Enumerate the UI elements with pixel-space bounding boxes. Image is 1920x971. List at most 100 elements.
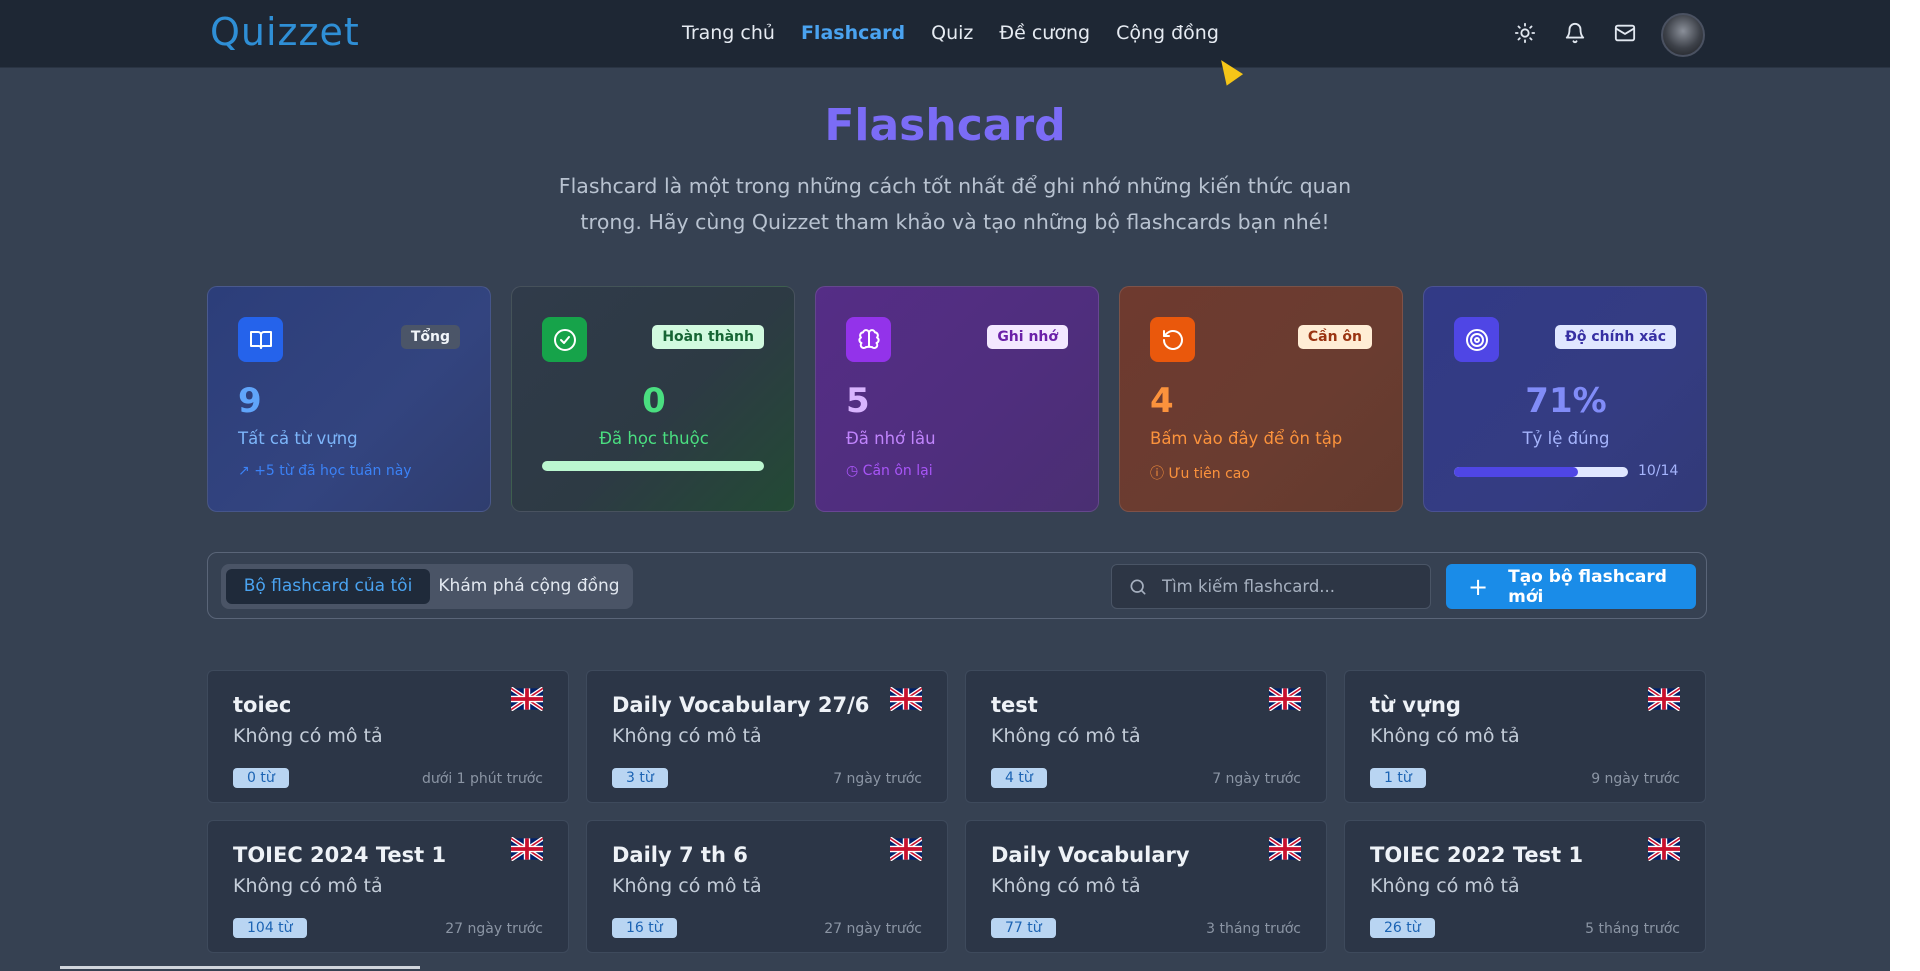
stat-card-memorized: Ghi nhớ 5 Đã nhớ lâu ◷ Cần ôn lại — [815, 286, 1099, 512]
stat-card-review[interactable]: Cần ôn 4 Bấm vào đây để ôn tập ⓘ Ưu tiên… — [1119, 286, 1403, 512]
set-title: từ vựng — [1370, 693, 1461, 717]
progress-bar — [1454, 467, 1628, 477]
flashcard-set-card[interactable]: Daily 7 th 6 Không có mô tả 16 từ 27 ngày t… — [586, 820, 948, 953]
uk-flag-icon — [1267, 686, 1303, 712]
target-icon — [1454, 317, 1499, 362]
stat-sub-text: Cần ôn lại — [862, 463, 933, 479]
create-flashcard-button[interactable]: + Tạo bộ flashcard mới — [1446, 564, 1696, 609]
set-timestamp: 5 tháng trước — [1585, 921, 1680, 937]
set-timestamp: 27 ngày trước — [824, 921, 922, 937]
uk-flag-icon — [1646, 836, 1682, 862]
nav-icons — [1510, 18, 1640, 48]
search-box — [1111, 564, 1431, 609]
uk-flag-icon — [888, 686, 924, 712]
set-title: test — [991, 693, 1038, 717]
set-timestamp: 27 ngày trước — [445, 921, 543, 937]
flashcard-set-card[interactable]: Daily Vocabulary Không có mô tả 77 từ 3 thá… — [965, 820, 1327, 953]
progress-bar — [542, 461, 764, 471]
flashcard-set-card[interactable]: test Không có mô tả 4 từ 7 ngày trước — [965, 670, 1327, 803]
stat-sub: ⓘ Ưu tiên cao — [1150, 463, 1250, 483]
stat-value: 5 — [846, 381, 870, 421]
tab-explore-community[interactable]: Khám phá cộng đồng — [430, 569, 628, 604]
rotate-icon — [1150, 317, 1195, 362]
tab-group: Bộ flashcard của tôi Khám phá cộng đồng — [221, 564, 633, 609]
stat-card-accuracy: Độ chính xác 71% Tỷ lệ đúng 10/14 — [1423, 286, 1707, 512]
stat-value: 9 — [238, 381, 262, 421]
set-title: TOIEC 2024 Test 1 — [233, 843, 447, 867]
avatar[interactable] — [1661, 13, 1705, 57]
mail-icon[interactable] — [1610, 18, 1640, 48]
set-title: Daily Vocabulary 27/6 — [612, 693, 870, 717]
flashcard-set-card[interactable]: Daily Vocabulary 27/6 Không có mô tả 3 từ 7… — [586, 670, 948, 803]
navbar: Quizzet Trang chủ Flashcard Quiz Đề cươn… — [0, 0, 1890, 68]
nav-link-quiz[interactable]: Quiz — [931, 22, 973, 44]
create-button-label: Tạo bộ flashcard mới — [1508, 566, 1667, 607]
word-count-badge: 26 từ — [1370, 918, 1435, 938]
set-timestamp: 7 ngày trước — [1212, 771, 1301, 787]
uk-flag-icon — [509, 836, 545, 862]
set-timestamp: dưới 1 phút trước — [422, 771, 543, 787]
flashcard-set-card[interactable]: TOIEC 2024 Test 1 Không có mô tả 104 từ 27 … — [207, 820, 569, 953]
flashcard-set-card[interactable]: toiec Không có mô tả 0 từ dưới 1 phút trước — [207, 670, 569, 803]
word-count-badge: 1 từ — [1370, 768, 1426, 788]
set-title: Daily Vocabulary — [991, 843, 1190, 867]
set-description: Không có mô tả — [612, 875, 762, 897]
nav-link-outline[interactable]: Đề cương — [999, 22, 1090, 44]
tab-my-sets[interactable]: Bộ flashcard của tôi — [226, 569, 430, 604]
stat-value: 0 — [642, 381, 666, 421]
word-count-badge: 0 từ — [233, 768, 289, 788]
stat-value: 4 — [1150, 381, 1174, 421]
word-count-badge: 4 từ — [991, 768, 1047, 788]
set-title: Daily 7 th 6 — [612, 843, 748, 867]
set-description: Không có mô tả — [991, 725, 1141, 747]
set-description: Không có mô tả — [1370, 725, 1520, 747]
progress-text: 10/14 — [1638, 463, 1679, 479]
plus-icon: + — [1468, 572, 1489, 601]
search-input[interactable] — [1162, 565, 1422, 608]
set-title: toiec — [233, 693, 292, 717]
set-description: Không có mô tả — [1370, 875, 1520, 897]
stat-label: Tất cả từ vựng — [238, 429, 358, 448]
stat-sub: ↗ +5 từ đã học tuần này — [238, 463, 412, 479]
stat-badge: Cần ôn — [1297, 325, 1372, 349]
word-count-badge: 104 từ — [233, 918, 307, 938]
set-description: Không có mô tả — [991, 875, 1141, 897]
bell-icon[interactable] — [1560, 18, 1590, 48]
set-description: Không có mô tả — [233, 725, 383, 747]
progress-fill — [542, 461, 764, 471]
scroll-indicator — [60, 966, 420, 969]
stat-card-learned: Hoàn thành 0 Đã học thuộc — [511, 286, 795, 512]
stat-sub-text: Ưu tiên cao — [1168, 466, 1250, 482]
page: Quizzet Trang chủ Flashcard Quiz Đề cươn… — [0, 0, 1920, 971]
sun-icon[interactable] — [1510, 18, 1540, 48]
clock-icon: ◷ — [846, 463, 863, 479]
search-icon — [1130, 579, 1146, 595]
set-timestamp: 9 ngày trước — [1591, 771, 1680, 787]
word-count-badge: 3 từ — [612, 768, 668, 788]
logo[interactable]: Quizzet — [210, 10, 360, 54]
stat-sub-text: +5 từ đã học tuần này — [254, 463, 412, 479]
uk-flag-icon — [509, 686, 545, 712]
uk-flag-icon — [1646, 686, 1682, 712]
page-title: Flashcard — [824, 100, 1066, 151]
stat-label: Tỷ lệ đúng — [1522, 429, 1610, 448]
stat-value: 71% — [1525, 381, 1607, 421]
flashcard-set-card[interactable]: TOIEC 2022 Test 1 Không có mô tả 26 từ 5 th… — [1344, 820, 1706, 953]
flashcard-set-card[interactable]: từ vựng Không có mô tả 1 từ 9 ngày trước — [1344, 670, 1706, 803]
book-icon — [238, 317, 283, 362]
brain-icon — [846, 317, 891, 362]
set-description: Không có mô tả — [612, 725, 762, 747]
nav-link-home[interactable]: Trang chủ — [682, 22, 775, 44]
trend-up-icon: ↗ — [238, 463, 255, 479]
alert-circle-icon: ⓘ — [1150, 466, 1169, 482]
toolbar: Bộ flashcard của tôi Khám phá cộng đồng … — [207, 552, 1707, 619]
stat-sub: ◷ Cần ôn lại — [846, 463, 933, 479]
progress-fill — [1454, 467, 1578, 477]
stat-badge: Hoàn thành — [652, 325, 764, 349]
set-title: TOIEC 2022 Test 1 — [1370, 843, 1584, 867]
set-timestamp: 3 tháng trước — [1206, 921, 1301, 937]
word-count-badge: 77 từ — [991, 918, 1056, 938]
uk-flag-icon — [888, 836, 924, 862]
nav-link-community[interactable]: Cộng đồng — [1116, 22, 1219, 44]
nav-link-flashcard[interactable]: Flashcard — [801, 22, 905, 44]
